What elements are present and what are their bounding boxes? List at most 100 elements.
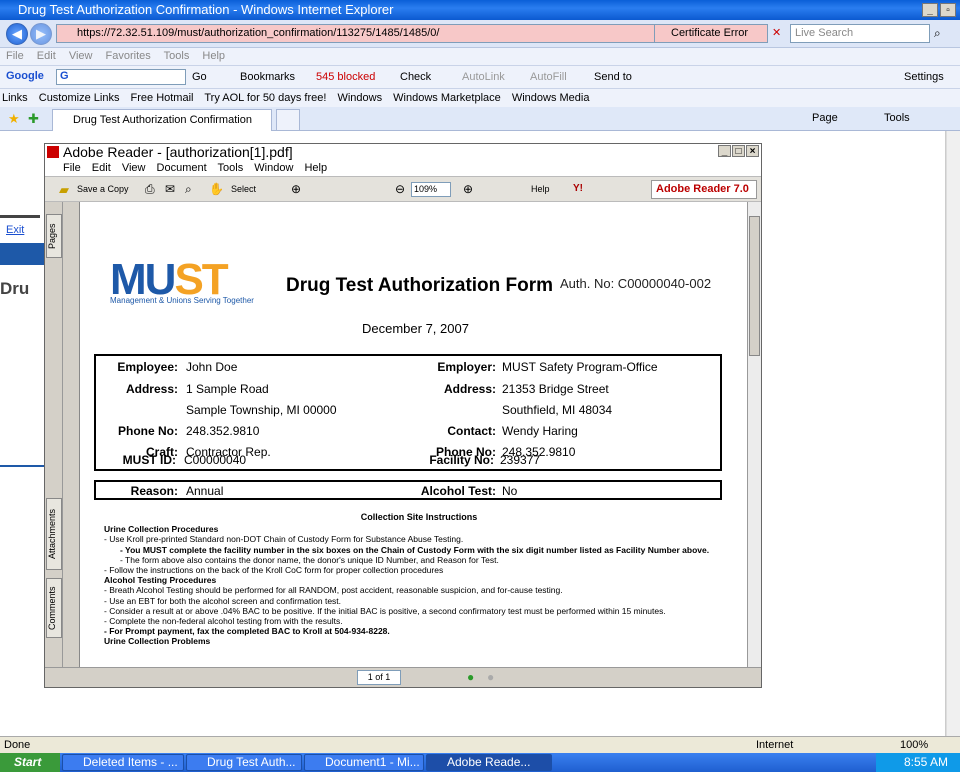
link-marketplace[interactable]: Windows Marketplace <box>393 92 501 104</box>
reader-title-bar: Adobe Reader - [authorization[1].pdf] _ … <box>45 144 761 161</box>
reader-menu-help[interactable]: Help <box>304 162 327 174</box>
print-icon[interactable]: ⎙ <box>145 182 155 197</box>
stop-icon[interactable]: ✕ <box>772 26 781 39</box>
popups-blocked[interactable]: 545 blocked <box>316 71 375 83</box>
divider <box>0 465 44 467</box>
employee-label: Employee: <box>117 360 178 374</box>
send-to-button[interactable]: Send to <box>594 71 632 83</box>
employer-address-line2: Southfield, MI 48034 <box>502 403 613 417</box>
pdf-page: MUST Management & Unions Serving Togethe… <box>79 202 747 667</box>
reader-close-button[interactable]: × <box>746 145 759 157</box>
menu-help[interactable]: Help <box>202 50 225 62</box>
tab-drug-test[interactable]: Drug Test Authorization Confirmation <box>52 109 272 131</box>
google-search-input[interactable]: G <box>56 69 186 85</box>
maximize-button[interactable]: ▫ <box>940 3 956 17</box>
settings-button[interactable]: Settings <box>904 71 944 83</box>
link-windows-media[interactable]: Windows Media <box>512 92 590 104</box>
yahoo-button[interactable]: Y! <box>573 183 583 194</box>
next-view-icon[interactable]: ● <box>487 670 494 684</box>
reader-window-title: Adobe Reader - [authorization[1].pdf] <box>63 144 293 160</box>
reader-menu-view[interactable]: View <box>122 162 146 174</box>
back-arrow-icon[interactable]: ◀ <box>6 23 28 45</box>
instructions-title: Collection Site Instructions <box>360 512 478 522</box>
header-band <box>0 243 44 265</box>
taskbar-drug-test[interactable]: Drug Test Auth... <box>186 754 302 771</box>
google-logo: Google <box>6 70 44 82</box>
reader-minimize-button[interactable]: _ <box>718 145 731 157</box>
forward-arrow-icon[interactable]: ▶ <box>30 23 52 45</box>
urine-item: - The form above also contains the donor… <box>120 554 499 565</box>
urine-heading: Urine Collection Procedures <box>104 524 219 535</box>
form-date: December 7, 2007 <box>362 321 469 336</box>
menu-favorites[interactable]: Favorites <box>106 50 151 62</box>
tools-menu[interactable]: Tools <box>884 112 910 124</box>
link-windows[interactable]: Windows <box>337 92 382 104</box>
email-icon[interactable]: ✉ <box>165 182 175 196</box>
favorites-star-icon[interactable]: ★ <box>8 111 20 127</box>
reader-menu-bar: File Edit View Document Tools Window Hel… <box>45 161 761 176</box>
taskbar-deleted-items[interactable]: Deleted Items - ... <box>62 754 184 771</box>
reader-maximize-button[interactable]: □ <box>732 145 745 157</box>
zoom-plus-icon[interactable]: ⊕ <box>463 182 473 196</box>
spell-check-button[interactable]: Check <box>400 71 431 83</box>
hand-tool-icon[interactable]: ✋ <box>209 182 224 196</box>
reader-menu-document[interactable]: Document <box>157 162 207 174</box>
pages-tab[interactable]: Pages <box>46 214 62 258</box>
new-tab-button[interactable] <box>276 109 300 131</box>
zoom-level[interactable]: 100% <box>900 737 928 753</box>
reason-value: Annual <box>186 484 224 498</box>
reader-menu-edit[interactable]: Edit <box>92 162 111 174</box>
reader-scrollbar[interactable] <box>747 202 761 667</box>
menu-view[interactable]: View <box>69 50 93 62</box>
alcohol-item: - Breath Alcohol Testing should be perfo… <box>104 585 563 596</box>
zoom-level-field[interactable]: 109% <box>411 182 451 197</box>
add-favorites-icon[interactable]: ✚ <box>28 111 39 127</box>
help-button[interactable]: Help <box>531 184 550 194</box>
adobe-reader-window: Adobe Reader - [authorization[1].pdf] _ … <box>44 143 762 688</box>
exit-link[interactable]: Exit <box>6 224 24 236</box>
previous-view-icon[interactable]: ● <box>467 670 474 684</box>
navigation-pane: Pages Attachments Comments <box>45 202 63 667</box>
certificate-error-button[interactable]: Certificate Error <box>654 24 768 43</box>
open-folder-icon[interactable]: ▰ <box>59 182 69 198</box>
reader-menu-tools[interactable]: Tools <box>218 162 244 174</box>
attachments-tab[interactable]: Attachments <box>46 498 62 570</box>
start-button[interactable]: Start <box>0 753 60 772</box>
reader-scroll-thumb[interactable] <box>749 216 760 356</box>
autofill-button[interactable]: AutoFill <box>530 71 567 83</box>
link-aol[interactable]: Try AOL for 50 days free! <box>204 92 326 104</box>
minimize-button[interactable]: _ <box>922 3 938 17</box>
link-hotmail[interactable]: Free Hotmail <box>131 92 194 104</box>
page-scrollbar[interactable] <box>946 131 960 736</box>
live-search-input[interactable]: Live Search <box>790 24 930 43</box>
bookmarks-button[interactable]: Bookmarks <box>240 71 295 83</box>
page-menu[interactable]: Page <box>812 112 838 124</box>
select-tool-button[interactable]: Select <box>231 184 256 194</box>
autolink-button[interactable]: AutoLink <box>462 71 505 83</box>
google-go-button[interactable]: Go <box>192 71 207 83</box>
address-bar[interactable]: https://72.32.51.109/must/authorization_… <box>56 24 656 43</box>
find-icon[interactable]: ⌕ <box>185 182 192 197</box>
comments-tab[interactable]: Comments <box>46 578 62 638</box>
address-toolbar: ◀ ▶ https://72.32.51.109/must/authorizat… <box>0 20 960 48</box>
reader-menu-file[interactable]: File <box>63 162 81 174</box>
employer-address-label: Address: <box>443 382 496 396</box>
save-copy-button[interactable]: Save a Copy <box>77 184 129 194</box>
search-icon[interactable]: ⌕ <box>934 26 941 41</box>
zoom-in-icon[interactable]: ⊕ <box>291 182 301 196</box>
menu-edit[interactable]: Edit <box>37 50 56 62</box>
contact-value: Wendy Haring <box>502 424 578 438</box>
page-number-field[interactable]: 1 of 1 <box>357 670 401 685</box>
reader-menu-window[interactable]: Window <box>254 162 293 174</box>
employer-address-line1: 21353 Bridge Street <box>502 382 609 396</box>
taskbar-adobe-reader[interactable]: Adobe Reade... <box>426 754 552 771</box>
form-title: Drug Test Authorization Form <box>286 275 554 296</box>
menu-tools[interactable]: Tools <box>164 50 190 62</box>
link-customize[interactable]: Customize Links <box>39 92 120 104</box>
menu-file[interactable]: File <box>6 50 24 62</box>
links-bar: Links Customize Links Free Hotmail Try A… <box>0 89 960 107</box>
zoom-out-icon[interactable]: ⊖ <box>395 182 405 196</box>
alcohol-test-value: No <box>502 484 518 498</box>
taskbar-document1[interactable]: Document1 - Mi... <box>304 754 424 771</box>
tab-row: ★ ✚ Drug Test Authorization Confirmation… <box>0 107 960 131</box>
